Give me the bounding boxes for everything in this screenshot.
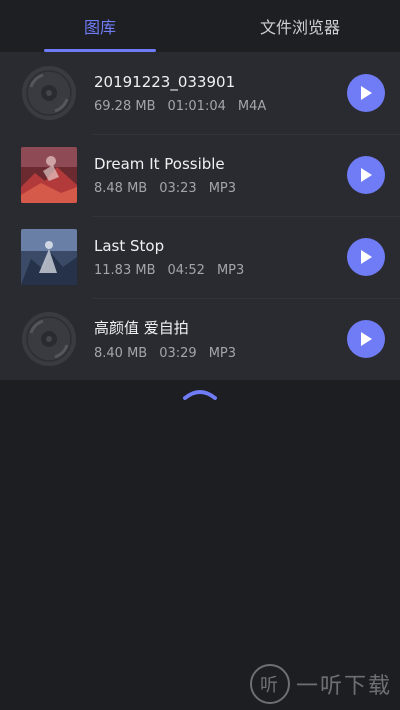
watermark-logo: 听 [249, 664, 290, 704]
play-button[interactable] [347, 238, 385, 276]
track-format: M4A [237, 98, 267, 114]
watermark-logo-text: 听 [259, 675, 280, 696]
tab-gallery[interactable]: 图库 [0, 0, 200, 52]
track-duration: 01:01:04 [167, 98, 226, 114]
tab-bar: 图库 文件浏览器 [0, 0, 400, 52]
track-title: Dream It Possible [94, 154, 225, 173]
album-art [21, 147, 77, 203]
track-size: 8.40 MB [94, 346, 148, 361]
track-size: 69.28 MB [94, 98, 156, 114]
disc-icon [21, 65, 77, 121]
track-duration: 03:23 [159, 180, 197, 196]
list-item[interactable]: 高颜值 爱自拍 8.40 MB 03:29 MP3 [0, 298, 400, 380]
track-title: 20191223_033901 [94, 72, 236, 91]
track-title: Last Stop [94, 236, 165, 255]
list-item[interactable]: Dream It Possible 8.48 MB 03:23 MP3 [0, 134, 400, 216]
play-icon [361, 86, 372, 100]
disc-icon [21, 311, 77, 367]
play-button[interactable] [347, 320, 385, 358]
track-title: 高颜值 爱自拍 [94, 319, 189, 337]
track-format: MP3 [208, 346, 237, 361]
track-duration: 03:29 [159, 346, 197, 361]
collapse-button[interactable] [0, 380, 400, 408]
list-item[interactable]: 20191223_033901 69.28 MB 01:01:04 M4A [0, 52, 400, 134]
track-size: 11.83 MB [94, 262, 156, 278]
play-icon [361, 332, 372, 346]
watermark: 听 一听下载 [249, 664, 392, 704]
tab-file-browser[interactable]: 文件浏览器 [200, 0, 400, 52]
list-item[interactable]: Last Stop 11.83 MB 04:52 MP3 [0, 216, 400, 298]
play-icon [361, 168, 372, 182]
chevron-up-icon [183, 390, 217, 400]
play-button[interactable] [347, 156, 385, 194]
track-duration: 04:52 [167, 262, 205, 278]
watermark-text: 一听下载 [295, 674, 392, 699]
play-icon [361, 250, 372, 264]
track-format: MP3 [208, 180, 237, 196]
track-list: 20191223_033901 69.28 MB 01:01:04 M4A Dr… [0, 52, 400, 380]
play-button[interactable] [347, 74, 385, 112]
tab-label: 文件浏览器 [259, 18, 340, 37]
track-format: MP3 [216, 262, 245, 278]
album-art [21, 229, 77, 285]
track-size: 8.48 MB [94, 180, 148, 196]
tab-label: 图库 [83, 18, 116, 37]
